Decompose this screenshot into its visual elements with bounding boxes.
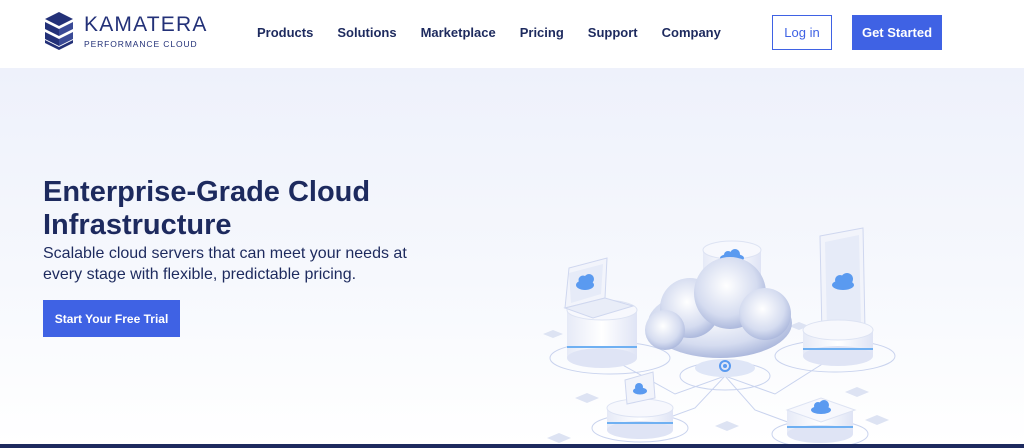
brand-logo[interactable]: KAMATERA PERFORMANCE CLOUD	[43, 11, 208, 51]
hero-subtitle: Scalable cloud servers that can meet you…	[43, 245, 407, 283]
nav-item-products[interactable]: Products	[257, 24, 313, 42]
nav-item-support[interactable]: Support	[588, 24, 638, 42]
get-started-button[interactable]: Get Started	[852, 15, 942, 50]
hero-title: Enterprise-Grade Cloud Infrastructure	[43, 176, 371, 241]
nav-item-pricing[interactable]: Pricing	[520, 24, 564, 42]
nav-item-marketplace[interactable]: Marketplace	[421, 24, 496, 42]
laptop-icon	[563, 257, 635, 319]
free-trial-button[interactable]: Start Your Free Trial	[43, 300, 180, 337]
bottom-left-server-stack	[606, 371, 674, 439]
hero-section: Enterprise-Grade Cloud Infrastructure Sc…	[0, 68, 1024, 448]
site-header: KAMATERA PERFORMANCE CLOUD Products Solu…	[0, 0, 1024, 68]
kamatera-logo-icon	[45, 12, 73, 50]
section-divider	[0, 444, 1024, 448]
cloud-infrastructure-illustration	[543, 227, 896, 448]
brand-name: KAMATERA	[84, 12, 208, 36]
login-button[interactable]: Log in	[772, 15, 832, 50]
right-server-stack	[802, 319, 874, 366]
brand-tagline: PERFORMANCE CLOUD	[84, 38, 198, 49]
center-cloud	[645, 257, 792, 377]
main-nav: Products Solutions Marketplace Pricing S…	[257, 24, 745, 42]
bottom-right-server-stack	[785, 397, 857, 443]
nav-item-solutions[interactable]: Solutions	[337, 24, 396, 42]
nav-item-company[interactable]: Company	[662, 24, 721, 42]
